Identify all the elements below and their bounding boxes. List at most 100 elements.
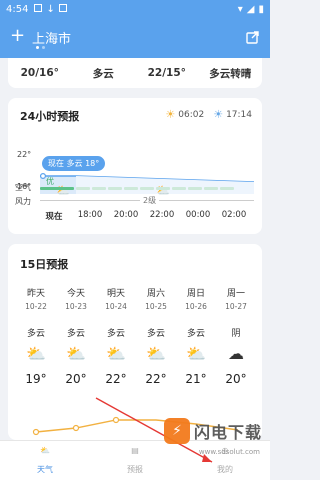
tomorrow-condition: 多云转晴 (209, 67, 252, 80)
aqi-segment (140, 187, 154, 190)
aqi-value: 优 (46, 177, 54, 186)
status-time: 4:54 (6, 3, 29, 15)
day-condition: 阴 (231, 329, 241, 339)
day-name: 明天 (106, 289, 125, 299)
tab-forecast[interactable]: ▤ 预报 (90, 441, 180, 480)
day-date: 10-25 (145, 302, 167, 311)
partly-cloudy-icon: ⛅ (56, 184, 70, 197)
partly-cloudy-icon: ⛅ (186, 344, 206, 363)
aqi-segment (220, 187, 234, 190)
day-date: 10-24 (105, 302, 127, 311)
page-dot (42, 46, 45, 49)
aqi-segment (76, 187, 90, 190)
day-name: 周一 (226, 289, 245, 299)
hourly-time-axis: 现在 18:00 20:00 22:00 00:00 02:00 (36, 210, 254, 222)
trend-point (32, 428, 40, 436)
sunset-time: 17:14 (226, 109, 252, 120)
bottom-tab-bar: ⛅ 天气 ▤ 预报 ◎ 我的 (0, 440, 270, 480)
day-column[interactable]: 周一 10-27 阴 ☁ 20° (216, 286, 256, 386)
day-name: 周日 (186, 289, 205, 299)
air-label: 空气 (15, 183, 31, 192)
aqi-segment (108, 187, 122, 190)
day-date: 10-22 (25, 302, 47, 311)
wind-level: 2级 (140, 195, 160, 206)
signal-icon: ◢ (246, 3, 255, 15)
aqi-segment (172, 187, 186, 190)
aqi-bar (40, 187, 234, 190)
tab-weather[interactable]: ⛅ 天气 (0, 441, 90, 480)
add-city-button[interactable]: + (10, 26, 25, 46)
page-dot (36, 46, 39, 49)
tab-label: 我的 (217, 465, 233, 474)
day-column[interactable]: 明天 10-24 多云 ⛅ 22° (96, 286, 136, 386)
partly-cloudy-icon: ⛅ (106, 344, 126, 363)
time-label: 18:00 (77, 210, 103, 220)
sunrise-time: 06:02 (178, 109, 205, 120)
today-tomorrow-summary: 20/16° 多云 22/15° 多云转晴 (8, 58, 262, 88)
day-condition: 多云 (26, 329, 45, 339)
day-temp: 22° (145, 372, 167, 386)
time-label: 02:00 (221, 210, 247, 220)
aqi-segment (124, 187, 138, 190)
watermark-text: 闪电下载 (193, 423, 262, 442)
day-date: 10-26 (185, 302, 207, 311)
now-tooltip: 现在 多云 18° (42, 156, 106, 171)
today-condition: 多云 (92, 67, 114, 80)
daily-list: 昨天 10-22 多云 ⛅ 19° 今天 10-23 多云 ⛅ 20° 明天 1… (16, 286, 256, 386)
day-condition: 多云 (66, 329, 85, 339)
day-condition: 多云 (106, 329, 125, 339)
day-temp: 20° (65, 372, 87, 386)
daily-title: 15日预报 (20, 258, 69, 271)
time-label: 22:00 (149, 210, 175, 220)
aqi-segment (204, 187, 218, 190)
download-icon: ↓ (46, 3, 55, 15)
watermark-url: www.sdsolut.com (198, 448, 260, 456)
day-temp: 21° (185, 372, 207, 386)
battery-icon: ▮ (258, 3, 264, 15)
aqi-segment (92, 187, 106, 190)
sunset-icon: ☀ (213, 108, 224, 121)
status-bar: 4:54 ↓ ▾ ◢ ▮ (0, 0, 270, 18)
day-column[interactable]: 周日 10-26 多云 ⛅ 21° (176, 286, 216, 386)
tab-label: 天气 (37, 465, 53, 474)
day-temp: 22° (105, 372, 127, 386)
day-date: 10-27 (225, 302, 247, 311)
watermark: ⚡ 闪电下载 (163, 418, 262, 444)
tab-mine[interactable]: ◎ 我的 (180, 441, 270, 480)
day-name: 昨天 (26, 289, 45, 299)
partly-cloudy-icon: ⛅ (146, 344, 166, 363)
day-date: 10-23 (65, 302, 87, 311)
app-notification-icon (58, 3, 67, 12)
day-column[interactable]: 周六 10-25 多云 ⛅ 22° (136, 286, 176, 386)
daily-forecast-card[interactable]: 15日预报 昨天 10-22 多云 ⛅ 19° 今天 10-23 多云 ⛅ 20… (8, 244, 262, 440)
aqi-segment (188, 187, 202, 190)
time-label: 现在 (45, 212, 63, 222)
tomorrow-temp-range: 22/15° (147, 67, 186, 79)
aqi-segment (156, 187, 170, 190)
time-label: 00:00 (185, 210, 211, 220)
trend-point (112, 416, 120, 424)
day-condition: 多云 (146, 329, 165, 339)
notification-icon (34, 3, 43, 12)
day-column[interactable]: 昨天 10-22 多云 ⛅ 19° (16, 286, 56, 386)
day-column[interactable]: 今天 10-23 多云 ⛅ 20° (56, 286, 96, 386)
header: + 上海市 (0, 18, 270, 58)
share-icon[interactable] (246, 30, 260, 44)
partly-cloudy-icon: ⛅ (26, 344, 46, 363)
time-label: 20:00 (113, 210, 139, 220)
tab-label: 预报 (127, 465, 143, 474)
sunrise-icon: ☀ (165, 108, 176, 121)
watermark-logo-icon: ⚡ (163, 418, 190, 444)
forecast-tab-icon: ▤ (131, 446, 139, 455)
day-temp: 19° (25, 372, 47, 386)
overcast-icon: ☁ (228, 344, 244, 363)
wifi-icon: ▾ (237, 3, 243, 15)
city-name[interactable]: 上海市 (32, 28, 71, 47)
day-name: 周六 (146, 289, 165, 299)
trend-point (72, 424, 80, 432)
y-tick-high: 22° (17, 150, 32, 159)
aqi-segment (40, 187, 74, 190)
hourly-title: 24小时预报 (20, 110, 80, 123)
day-temp: 20° (225, 372, 247, 386)
now-point (40, 173, 46, 179)
